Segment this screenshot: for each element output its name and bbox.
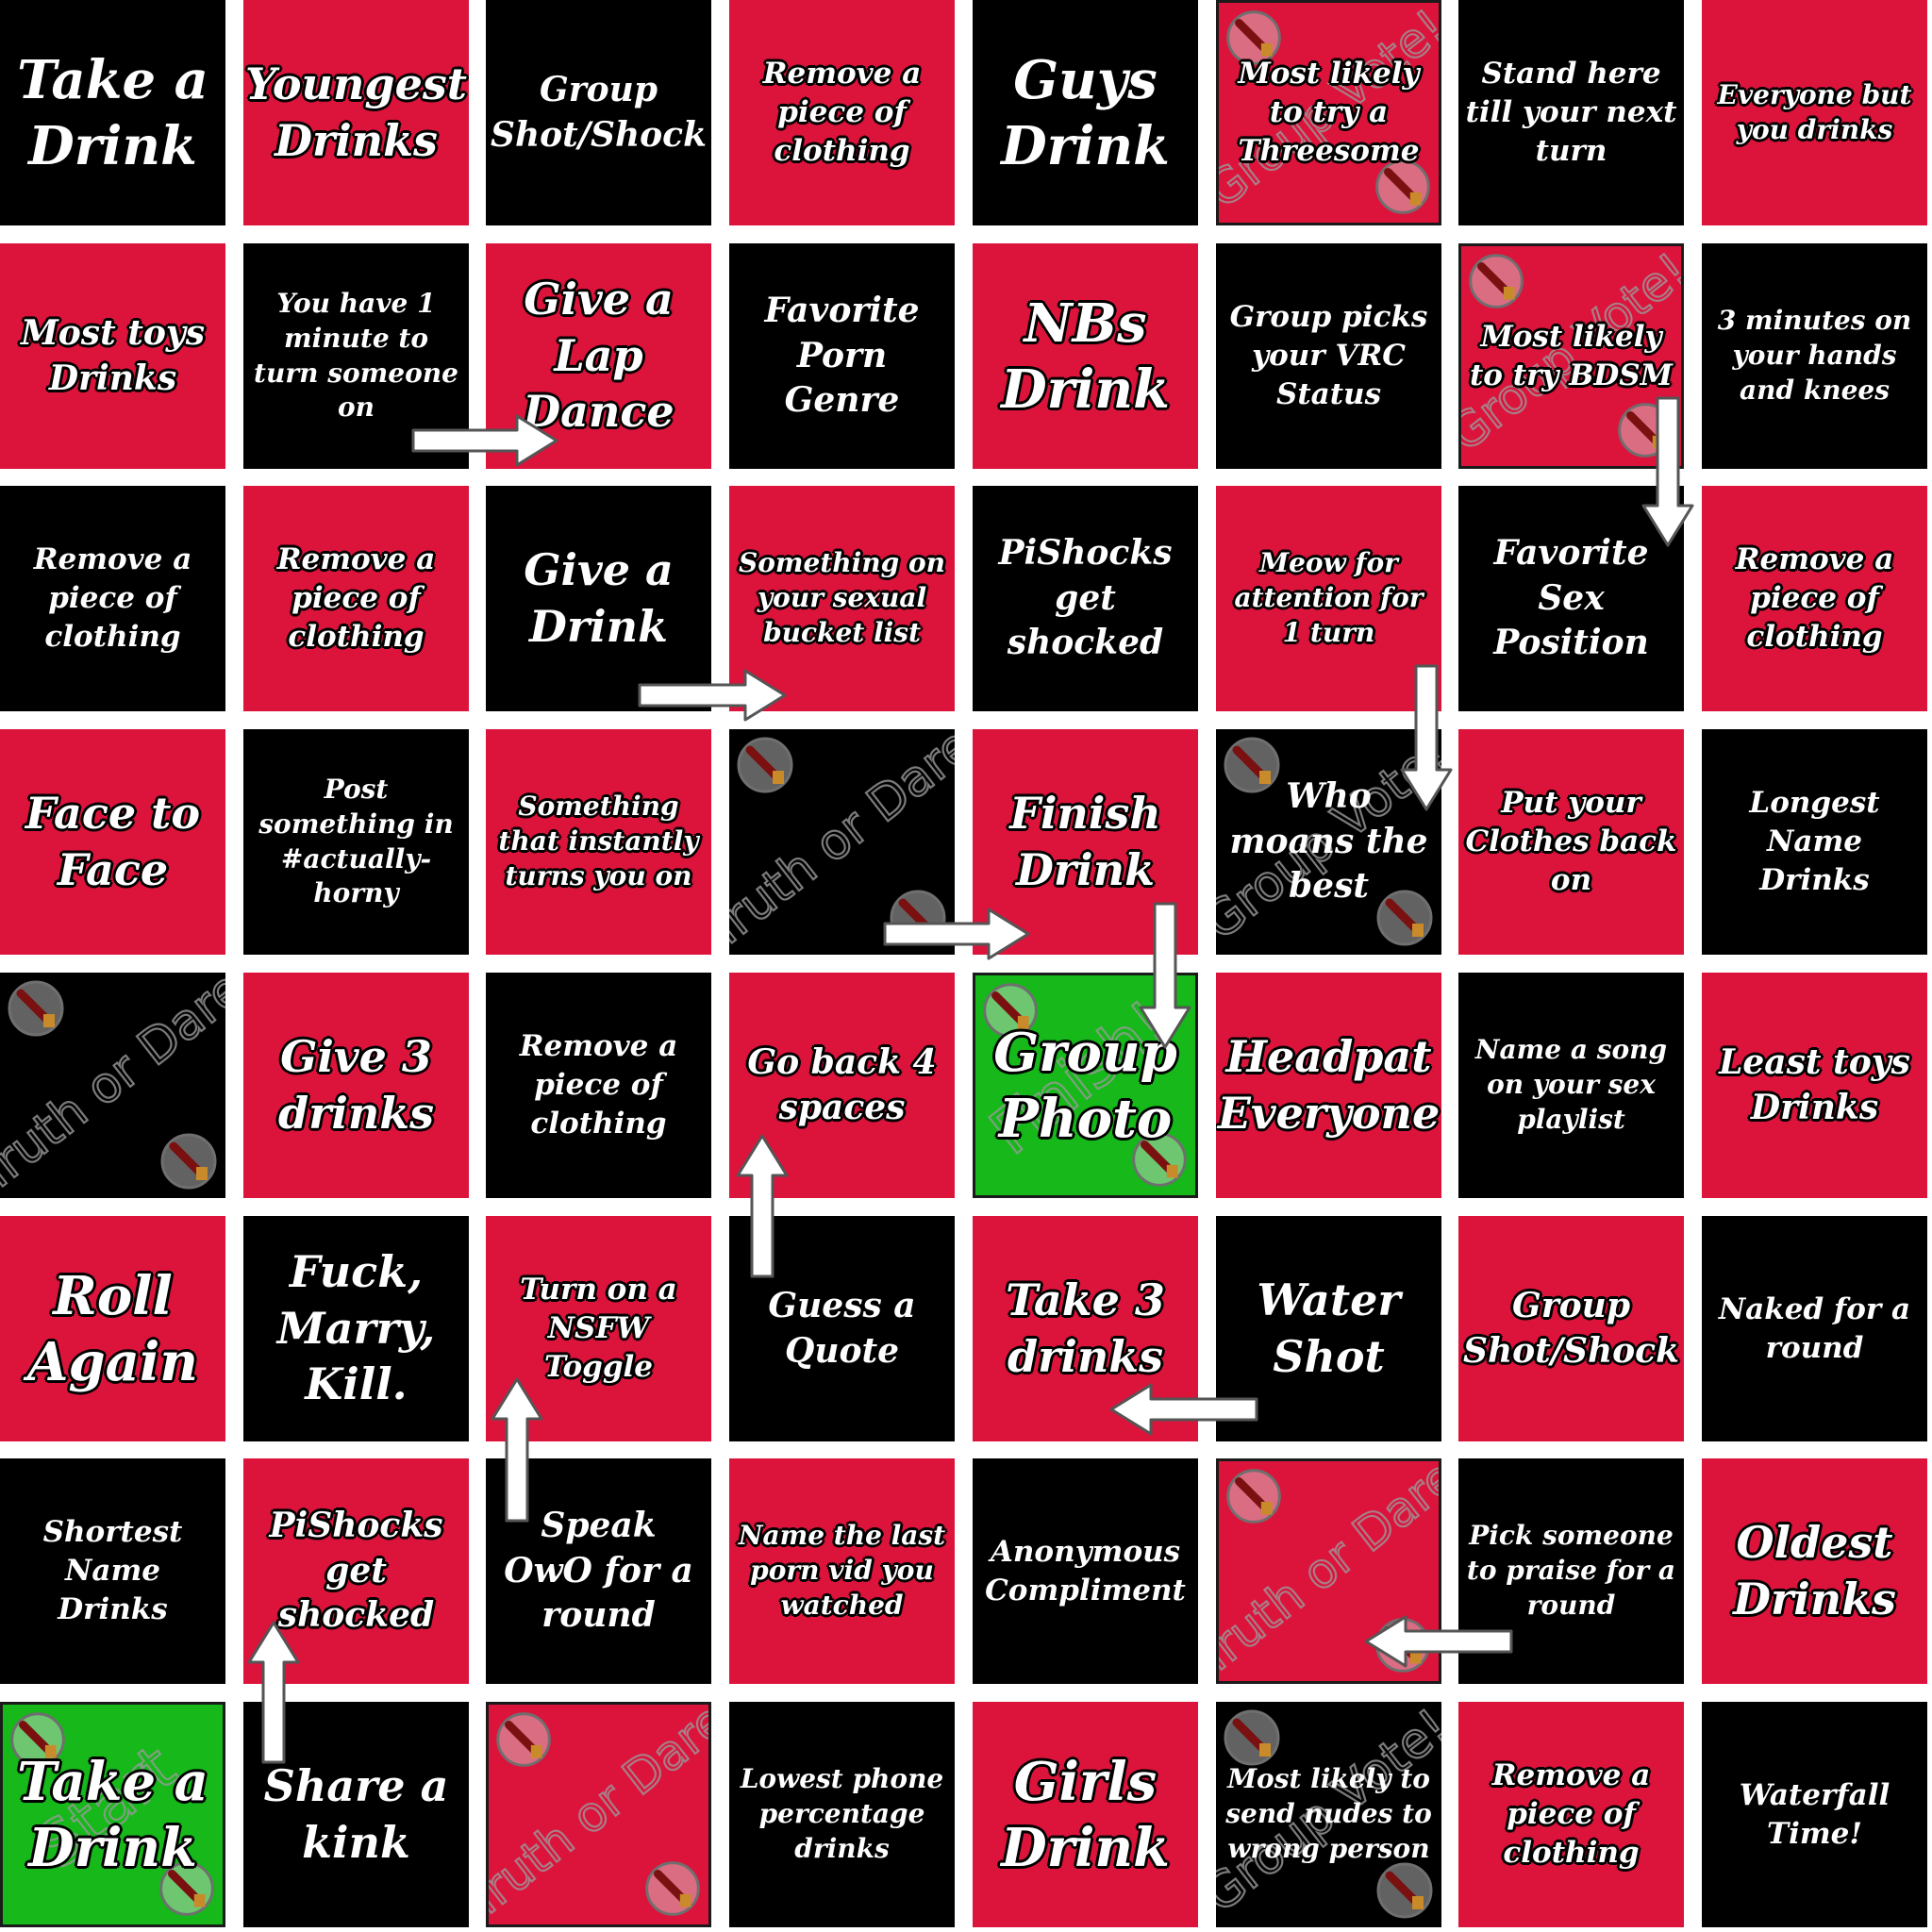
white-arrow-icon bbox=[247, 1621, 300, 1764]
game-board: Take a Drink Youngest Drinks Group Shot/Sh… bbox=[0, 0, 1932, 1932]
